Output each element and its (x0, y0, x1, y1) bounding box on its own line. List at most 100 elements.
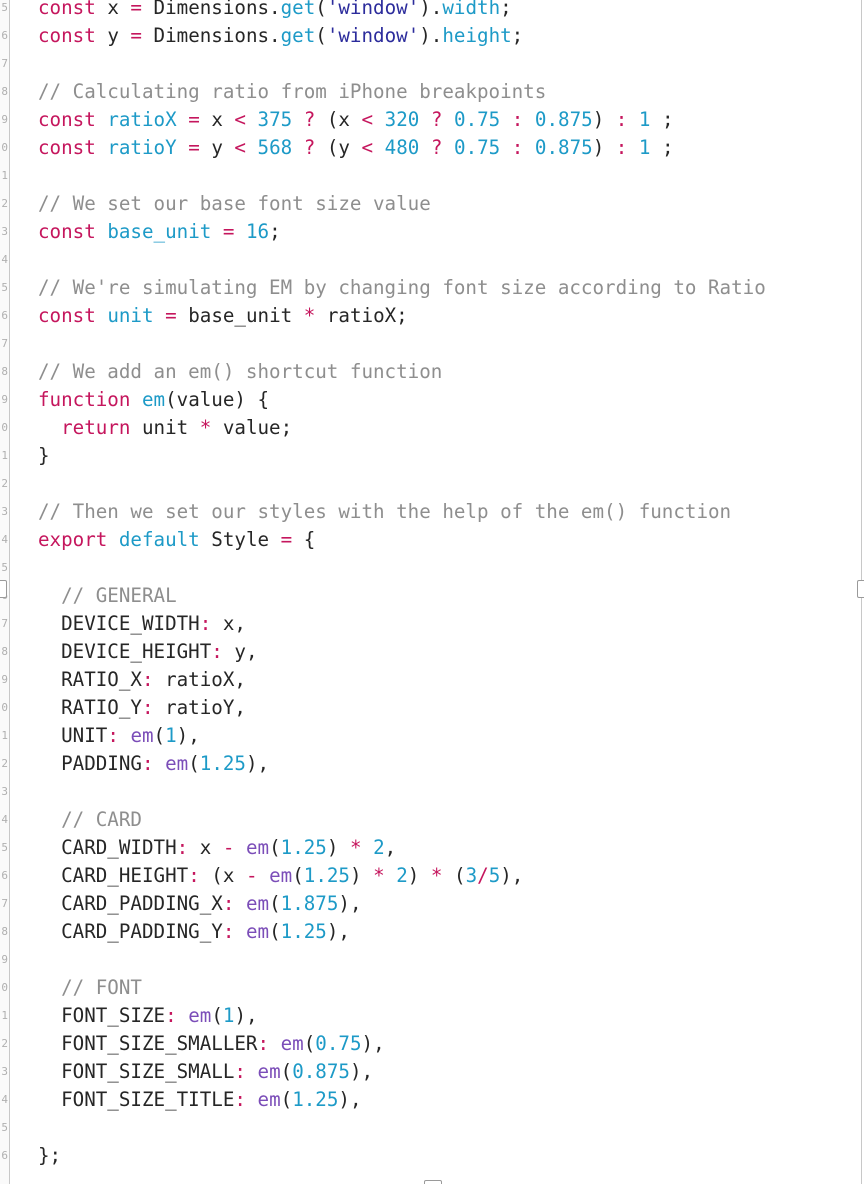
code-token-kw: const (38, 304, 96, 327)
code-token-plain: x (188, 836, 223, 859)
code-token-op: * (430, 864, 443, 887)
line-number: 0 (1, 141, 8, 154)
code-token-plain: ), (338, 1088, 362, 1111)
code-line: const unit = base_unit * ratioX; (38, 302, 408, 330)
code-token-op: < (361, 136, 374, 159)
line-number: 3 (1, 1065, 8, 1078)
code-token-op: < (234, 108, 246, 131)
code-token-op: * (373, 864, 385, 887)
code-token-str: 'window' (326, 24, 420, 47)
code-token-plain: ) (326, 836, 350, 859)
right-resize-handle[interactable] (857, 580, 864, 598)
code-token-plain: ) (407, 864, 431, 887)
code-token-def: em (141, 388, 166, 411)
code-token-num: 1 (165, 724, 177, 747)
code-token-plain: base_unit (176, 304, 304, 327)
code-token-comment: // GENERAL (38, 584, 177, 607)
code-token-num: 0.75 (454, 108, 501, 131)
code-line: }; (38, 1142, 61, 1170)
line-number: 5 (1, 1121, 8, 1134)
code-line: CARD_WIDTH: x - em(1.25) * 2, (38, 834, 396, 862)
code-token-plain: DEVICE_WIDTH (38, 612, 200, 635)
code-line: // We set our base font size value (38, 190, 431, 218)
code-token-plain: CARD_HEIGHT (38, 864, 189, 887)
code-token-num: 480 (384, 136, 420, 159)
code-token-num: 1.875 (280, 892, 339, 915)
line-number: 4 (1, 253, 8, 266)
code-token-op: : (222, 920, 235, 943)
line-number: 7 (1, 57, 8, 70)
code-token-def: unit (107, 304, 154, 327)
line-number: 1 (1, 1009, 8, 1022)
code-token-num: 1.25 (280, 920, 327, 943)
code-token-plain: ; (650, 108, 674, 131)
line-number: 9 (1, 393, 8, 406)
code-token-num: 2 (396, 864, 408, 887)
code-token-plain: ), (500, 864, 524, 887)
line-number: 3 (1, 785, 8, 798)
line-number: 4 (1, 813, 8, 826)
code-token-num: 3 (465, 864, 478, 887)
line-number: 4 (1, 1093, 8, 1106)
code-token-plain: RATIO_X (38, 668, 142, 691)
code-token-plain: ratioX, (153, 668, 246, 691)
code-token-op: = (130, 0, 142, 19)
code-token-op: : (141, 696, 154, 719)
code-line: DEVICE_WIDTH: x, (38, 610, 246, 638)
code-token-op: = (165, 304, 177, 327)
line-number: 6 (1, 869, 8, 882)
code-token-plain: (y (315, 136, 362, 159)
code-token-num: 0.75 (315, 1032, 362, 1055)
line-number: 3 (1, 505, 8, 518)
code-token-plain: (value) { (165, 388, 270, 411)
line-number: 6 (1, 1149, 8, 1162)
code-token-kw: export (38, 528, 108, 551)
code-token-fnname: height (442, 24, 512, 47)
line-number: 7 (1, 337, 8, 350)
code-token-fn: em (257, 1088, 281, 1111)
bottom-resize-handle[interactable] (424, 1180, 442, 1184)
line-number: 2 (1, 757, 8, 770)
code-token-num: 1 (638, 136, 651, 159)
code-token-plain: FONT_SIZE (38, 1004, 166, 1027)
code-token-plain: ( (188, 752, 200, 775)
code-line: const x = Dimensions.get('window').width… (38, 0, 512, 22)
code-token-plain: ( (292, 864, 304, 887)
left-resize-handle[interactable] (0, 580, 7, 598)
code-line: function em(value) { (38, 386, 269, 414)
code-token-op: : (176, 836, 189, 859)
code-token-op: = (188, 108, 200, 131)
code-token-num: 1.25 (199, 752, 246, 775)
code-token-plain: ; (650, 136, 674, 159)
code-token-op: = (188, 136, 200, 159)
code-editor[interactable]: 5 6 7 8 9 0 1 2 3 4 5 6 7 8 9 0 1 2 3 4 5 6 7 8 9 0 1 2 3 4 5 6 7 8 9 0 1 2 3 4… (0, 0, 864, 1184)
code-token-num: 568 (257, 136, 293, 159)
code-token-plain: ), (176, 724, 200, 747)
code-token-num: 1 (638, 108, 651, 131)
line-number: 7 (1, 897, 8, 910)
code-token-kw: const (38, 0, 96, 19)
code-token-plain: ), (349, 1060, 374, 1083)
code-token-fn: em (257, 1060, 281, 1083)
code-token-op: : (511, 136, 524, 159)
code-token-num: 0.75 (454, 136, 501, 159)
